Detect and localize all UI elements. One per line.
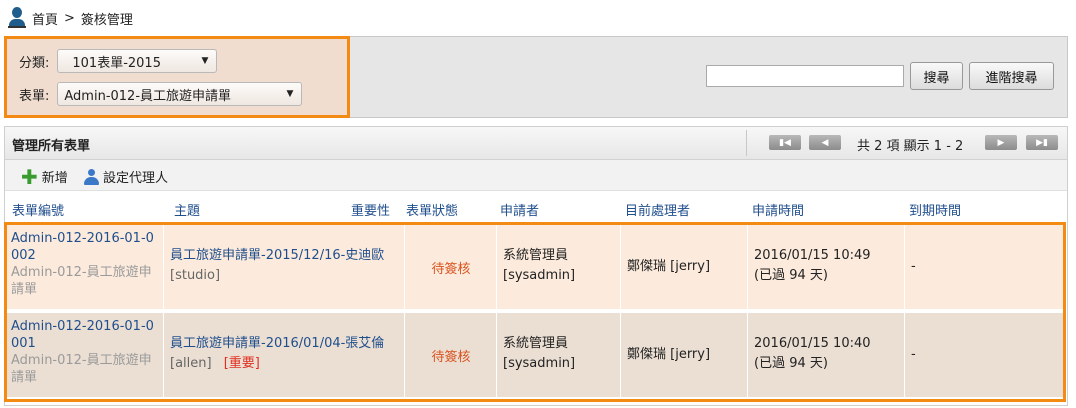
subject-link[interactable]: 員工旅遊申請單-2015/12/16-史迪歐 xyxy=(170,248,384,263)
table-row[interactable]: Admin-012-2016-01-0001 Admin-012-員工旅遊申請單… xyxy=(7,313,1063,397)
column-header-applicant[interactable]: 申請者 xyxy=(500,200,539,219)
cell-applicant: 系統管理員 [sysadmin] xyxy=(497,313,621,397)
set-proxy-button[interactable]: 設定代理人 xyxy=(83,167,168,186)
form-select[interactable]: Admin-012-員工旅遊申請單 ▼ xyxy=(57,82,303,106)
cell-apply-time: 2016/01/15 10:40 (已過 94 天) xyxy=(748,313,905,397)
form-value: Admin-012-員工旅遊申請單 xyxy=(64,88,232,104)
breadcrumb: 首頁 > 簽核管理 xyxy=(8,6,133,30)
pager-info: 共 2 項 顯示 1 - 2 xyxy=(857,139,964,154)
cell-applicant: 系統管理員 [sysadmin] xyxy=(497,225,621,309)
category-label: 分類: xyxy=(19,55,50,71)
subject-user: [studio] xyxy=(170,268,221,283)
column-header-apply-time[interactable]: 申請時間 xyxy=(752,200,804,219)
add-label: 新增 xyxy=(41,171,68,186)
advanced-search-button[interactable]: 進階搜尋 xyxy=(969,62,1054,90)
form-name: Admin-012-員工旅遊申請單 xyxy=(11,353,152,385)
column-header-form-no[interactable]: 表單編號 xyxy=(12,200,64,219)
apply-time: 2016/01/15 10:49 xyxy=(754,248,871,263)
cell-subject: 員工旅遊申請單-2015/12/16-史迪歐 [studio] xyxy=(164,225,405,309)
column-header-handler[interactable]: 目前處理者 xyxy=(625,200,690,219)
form-name: Admin-012-員工旅遊申請單 xyxy=(11,265,152,297)
divider xyxy=(746,130,747,156)
applicant-id: [sysadmin] xyxy=(503,356,576,371)
status-text: 待簽核 xyxy=(431,262,471,277)
subject-user: [allen] xyxy=(170,356,212,371)
table-rows: Admin-012-2016-01-0002 Admin-012-員工旅遊申請單… xyxy=(4,222,1066,402)
elapsed-days: (已過 94 天) xyxy=(754,268,828,283)
column-header-subject[interactable]: 主題 xyxy=(174,200,200,219)
applicant-name: 系統管理員 xyxy=(503,336,569,351)
subject-link[interactable]: 員工旅遊申請單-2016/01/04-張艾倫 xyxy=(170,336,384,351)
cell-handler: 鄭傑瑞 [jerry] xyxy=(621,313,748,397)
cell-due-time: - xyxy=(905,225,1063,309)
applicant-id: [sysadmin] xyxy=(503,268,576,283)
column-header-status[interactable]: 表單狀態 xyxy=(406,200,458,219)
cell-apply-time: 2016/01/15 10:49 (已過 94 天) xyxy=(748,225,905,309)
applicant-name: 系統管理員 xyxy=(503,248,569,263)
category-select[interactable]: 101表單-2015 ▼ xyxy=(57,49,218,73)
cell-handler: 鄭傑瑞 [jerry] xyxy=(621,225,748,309)
dropdown-arrow-icon: ▼ xyxy=(286,89,294,99)
set-proxy-label: 設定代理人 xyxy=(103,171,169,186)
apply-time: 2016/01/15 10:40 xyxy=(754,336,871,351)
last-page-icon[interactable]: ▶▮ xyxy=(1026,135,1058,150)
add-button[interactable]: ✚ 新增 xyxy=(21,164,68,189)
cell-subject: 員工旅遊申請單-2016/01/04-張艾倫 [allen] [重要] xyxy=(164,313,405,397)
status-text: 待簽核 xyxy=(431,350,471,365)
column-header-importance[interactable]: 重要性 xyxy=(351,200,390,219)
panel-header: 管理所有表單 ▮◀ ◀ 共 2 項 顯示 1 - 2 ▶ ▶▮ xyxy=(5,127,1067,160)
form-number-link[interactable]: Admin-012-2016-01-0002 xyxy=(11,231,154,263)
handler-name: 鄭傑瑞 [jerry] xyxy=(627,259,711,274)
breadcrumb-current: 簽核管理 xyxy=(80,12,133,28)
elapsed-days: (已過 94 天) xyxy=(754,356,828,371)
cell-form-no: Admin-012-2016-01-0001 Admin-012-員工旅遊申請單 xyxy=(7,313,164,397)
table-row[interactable]: Admin-012-2016-01-0002 Admin-012-員工旅遊申請單… xyxy=(7,225,1063,309)
next-page-icon[interactable]: ▶ xyxy=(985,135,1017,150)
handler-name: 鄭傑瑞 [jerry] xyxy=(627,347,711,362)
column-header-due-time[interactable]: 到期時間 xyxy=(909,200,961,219)
cell-status: 待簽核 xyxy=(405,313,497,397)
breadcrumb-separator: > xyxy=(64,10,75,26)
cell-status: 待簽核 xyxy=(405,225,497,309)
dropdown-arrow-icon: ▼ xyxy=(201,56,209,66)
category-value: 101表單-2015 xyxy=(72,55,161,71)
cell-due-time: - xyxy=(905,313,1063,397)
due-time: - xyxy=(911,259,916,274)
search-input[interactable] xyxy=(706,65,904,87)
search-button[interactable]: 搜尋 xyxy=(910,62,963,90)
form-number-link[interactable]: Admin-012-2016-01-0001 xyxy=(11,319,154,351)
user-icon xyxy=(8,7,26,29)
filter-panel: 分類: 101表單-2015 ▼ 表單: Admin-012-員工旅遊申請單 ▼ xyxy=(4,36,350,118)
cell-form-no: Admin-012-2016-01-0002 Admin-012-員工旅遊申請單 xyxy=(7,225,164,309)
prev-page-icon[interactable]: ◀ xyxy=(809,135,841,150)
due-time: - xyxy=(911,347,916,362)
first-page-icon[interactable]: ▮◀ xyxy=(769,135,801,150)
plus-icon: ✚ xyxy=(21,164,38,189)
important-badge: [重要] xyxy=(223,356,260,371)
person-icon xyxy=(83,168,99,185)
toolbar: ✚ 新增 設定代理人 xyxy=(5,160,1067,191)
breadcrumb-home[interactable]: 首頁 xyxy=(32,9,58,28)
form-label: 表單: xyxy=(19,88,50,104)
panel-title: 管理所有表單 xyxy=(12,139,91,154)
